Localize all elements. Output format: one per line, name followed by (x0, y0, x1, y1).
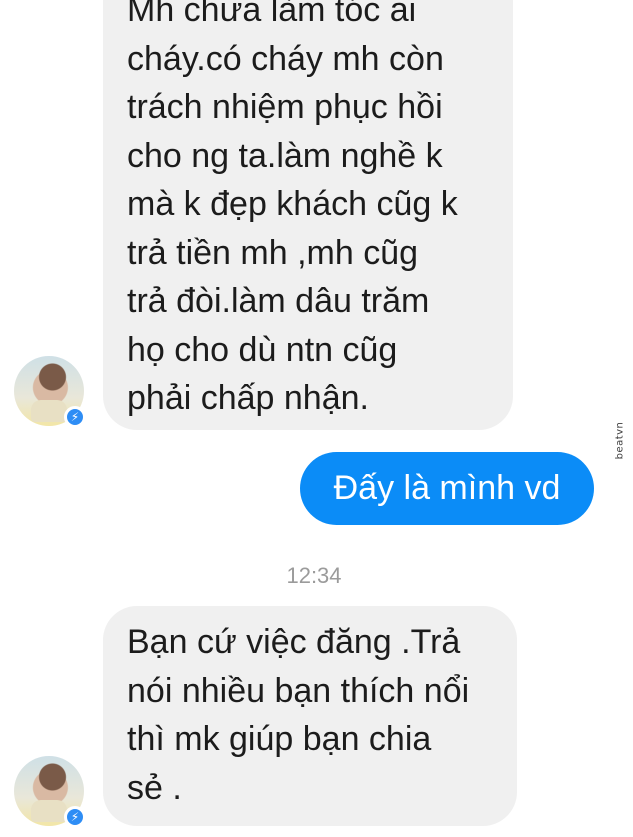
message-line: trách nhiệm phục hồi (127, 88, 443, 126)
message-line: cháy.có cháy mh còn (127, 39, 444, 78)
contact-avatar[interactable]: ⚡ (14, 356, 86, 428)
message-line: trả tiền mh ,mh cũg (127, 233, 419, 272)
avatar-shirt (31, 800, 67, 822)
message-line: họ cho dù ntn cũg (127, 330, 398, 369)
message-line: trả đòi.làm dâu trăm (127, 282, 430, 320)
message-line: Mh chưa làm tóc ai (127, 0, 417, 29)
incoming-message-bubble[interactable]: Bạn cứ việc đăng .Trả nói nhiều bạn thíc… (103, 606, 517, 826)
message-line: cho ng ta.làm nghề k (127, 136, 443, 175)
message-line: Bạn cứ việc đăng .Trả (127, 623, 461, 661)
watermark: beatvn (612, 415, 628, 465)
watermark-text: beatvn (614, 421, 626, 459)
contact-avatar[interactable]: ⚡ (14, 756, 86, 828)
message-line: phải chấp nhận. (127, 379, 369, 417)
message-line: mà k đẹp khách cũg k (127, 185, 458, 223)
messenger-badge-icon: ⚡ (64, 406, 86, 428)
incoming-message-bubble[interactable]: Mh chưa làm tóc ai cháy.có cháy mh còn t… (103, 0, 513, 430)
message-line: nói nhiều bạn thích nổi (127, 671, 470, 710)
message-line: sẻ . (127, 768, 182, 807)
message-line: thì mk giúp bạn chia (127, 720, 432, 758)
outgoing-message-bubble[interactable]: Đấy là mình vd (300, 452, 594, 525)
avatar-shirt (31, 400, 67, 422)
messenger-badge-icon: ⚡ (64, 806, 86, 828)
message-timestamp: 12:34 (286, 563, 342, 588)
